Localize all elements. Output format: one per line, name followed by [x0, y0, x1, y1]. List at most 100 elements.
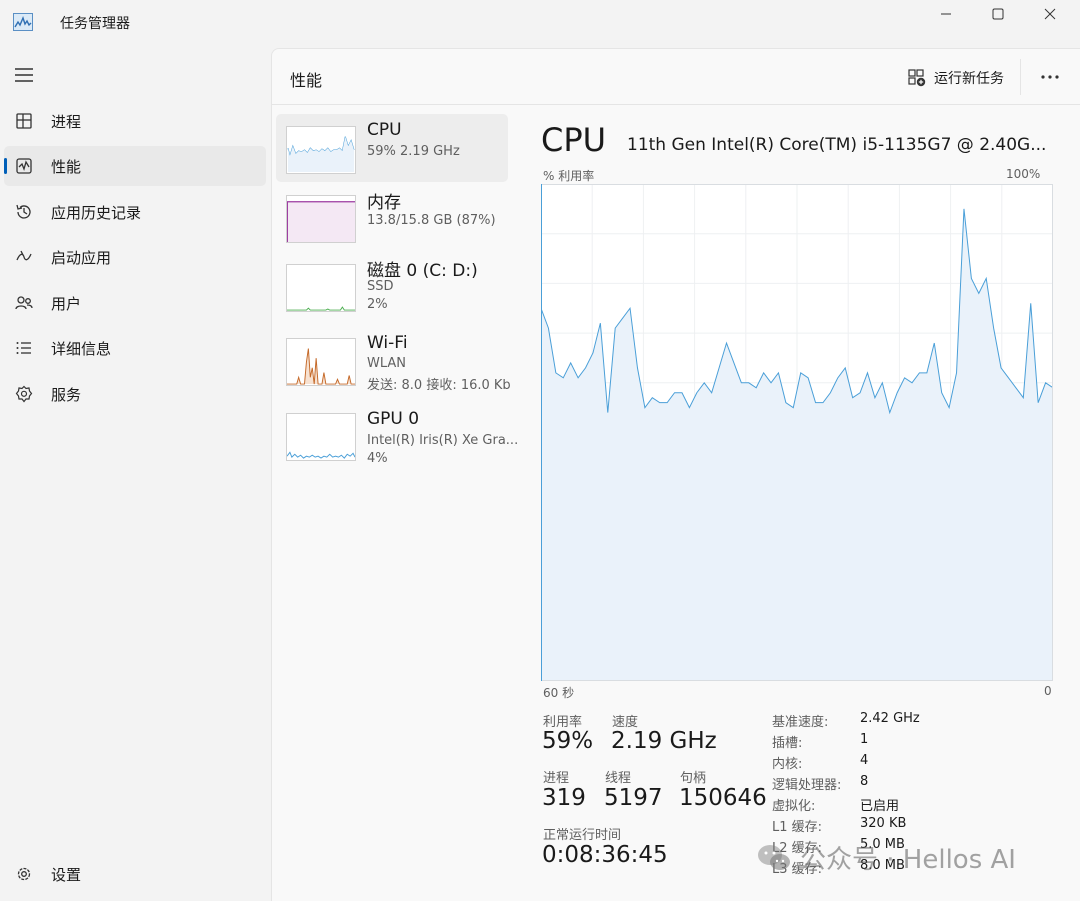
disk-thumbnail — [286, 264, 356, 312]
sidebar-item-performance[interactable]: 性能 — [4, 146, 266, 186]
device-usage: 4% — [367, 451, 388, 466]
spec-value: 8 — [860, 774, 869, 789]
title-bar: 任务管理器 — [0, 0, 1080, 46]
spec-value: 1 — [860, 732, 869, 747]
close-button[interactable] — [1024, 0, 1076, 28]
device-usage: 13.8/15.8 GB (87%) — [367, 213, 496, 228]
cpu-thumbnail — [286, 126, 356, 174]
spec-value: 已启用 — [860, 799, 900, 814]
graph-time-end-label: 0 — [1044, 684, 1052, 698]
sidebar-item-app-history[interactable]: 应用历史记录 — [4, 192, 266, 232]
startup-icon — [16, 250, 32, 261]
maximize-icon — [992, 8, 1004, 20]
sidebar-item-processes[interactable]: 进程 — [4, 101, 266, 141]
device-item-wifi[interactable]: Wi-Fi WLAN 发送: 8.0 接收: 16.0 Kb — [276, 328, 511, 396]
device-name: GPU 0 — [367, 409, 420, 429]
close-icon — [1044, 8, 1056, 20]
settings-label: 设置 — [51, 866, 82, 884]
more-options-button[interactable] — [1036, 63, 1064, 91]
cpu-utilization-graph — [541, 184, 1053, 681]
run-new-task-label: 运行新任务 — [934, 71, 1004, 87]
users-icon — [15, 296, 33, 310]
handles-value: 150646 — [679, 785, 767, 811]
device-model: Intel(R) Iris(R) Xe Gra... — [367, 433, 519, 448]
device-type: SSD — [367, 279, 394, 294]
spec-value: 2.42 GHz — [860, 711, 920, 726]
window-title: 任务管理器 — [60, 16, 130, 32]
sidebar-item-startup-apps[interactable]: 启动应用 — [4, 237, 266, 277]
history-icon — [16, 204, 31, 219]
active-indicator — [4, 158, 7, 174]
device-name: CPU — [367, 120, 402, 140]
graph-utilization-label: % 利用率 — [543, 169, 595, 183]
device-name: Wi-Fi — [367, 333, 408, 353]
run-new-task-button[interactable]: 运行新任务 — [908, 67, 1004, 89]
wifi-thumbnail — [286, 338, 356, 386]
sidebar-item-label: 应用历史记录 — [51, 204, 142, 222]
sidebar-item-label: 启动应用 — [51, 249, 112, 267]
sidebar: 进程 性能 应用历史记录 启动应用 用户 详细信息 服务 设置 — [0, 50, 270, 901]
spec-label: 内核: — [772, 757, 803, 772]
page-title: 性能 — [290, 71, 323, 90]
threads-value: 5197 — [604, 785, 663, 811]
speed-value: 2.19 GHz — [611, 728, 717, 754]
device-item-cpu[interactable]: CPU 59% 2.19 GHz — [276, 114, 508, 182]
processes-label: 进程 — [543, 771, 570, 786]
sidebar-item-label: 用户 — [51, 295, 82, 313]
watermark: 公众号 · Hellos AI — [756, 839, 1016, 876]
handles-label: 句柄 — [680, 771, 707, 786]
device-usage: 2% — [367, 297, 388, 312]
details-icon — [16, 342, 31, 354]
cpu-heading: CPU — [541, 121, 607, 159]
device-item-gpu[interactable]: GPU 0 Intel(R) Iris(R) Xe Gra... 4% — [276, 405, 518, 473]
more-icon — [1041, 75, 1059, 79]
cpu-model: 11th Gen Intel(R) Core(TM) i5-1135G7 @ 2… — [627, 135, 1047, 155]
main-panel: 性能 运行新任务 CPU 59% 2.19 GHz 内存 13.8/15.8 G… — [271, 48, 1080, 901]
threads-label: 线程 — [605, 771, 632, 786]
device-name: 内存 — [367, 193, 401, 213]
sidebar-item-users[interactable]: 用户 — [4, 283, 266, 323]
device-usage: 59% 2.19 GHz — [367, 144, 460, 159]
device-item-memory[interactable]: 内存 13.8/15.8 GB (87%) — [276, 183, 508, 251]
run-task-icon — [908, 69, 926, 87]
gear-icon — [17, 867, 31, 881]
uptime-label: 正常运行时间 — [543, 828, 622, 843]
device-type: WLAN — [367, 356, 407, 371]
hamburger-menu-icon[interactable] — [14, 66, 34, 84]
sidebar-item-services[interactable]: 服务 — [4, 374, 266, 414]
services-icon — [15, 385, 33, 403]
sidebar-item-label: 详细信息 — [51, 340, 112, 358]
minimize-button[interactable] — [920, 0, 972, 28]
task-manager-app-icon — [13, 13, 33, 31]
device-name: 磁盘 0 (C: D:) — [367, 261, 478, 281]
spec-label: 逻辑处理器: — [772, 778, 842, 793]
device-item-disk[interactable]: 磁盘 0 (C: D:) SSD 2% — [276, 252, 508, 320]
minimize-icon — [941, 13, 951, 15]
graph-max-label: 100% — [1006, 167, 1041, 181]
spec-label: 基准速度: — [772, 715, 829, 730]
sidebar-item-label: 服务 — [51, 386, 82, 404]
sidebar-item-label: 进程 — [51, 113, 82, 131]
device-throughput: 发送: 8.0 接收: 16.0 Kb — [367, 378, 511, 393]
memory-thumbnail — [286, 195, 356, 243]
spec-label: 插槽: — [772, 736, 803, 751]
sidebar-item-settings[interactable]: 设置 — [4, 854, 266, 894]
watermark-text: 公众号 · Hellos AI — [800, 845, 1016, 875]
page-header: 性能 运行新任务 — [272, 49, 1080, 105]
wechat-icon — [758, 844, 790, 870]
uptime-value: 0:08:36:45 — [542, 842, 668, 868]
utilization-value: 59% — [542, 728, 594, 754]
spec-label: 虚拟化: — [772, 799, 816, 814]
spec-label: L1 缓存: — [772, 820, 823, 835]
spec-value: 4 — [860, 753, 869, 768]
maximize-button[interactable] — [972, 0, 1024, 28]
spec-value: 320 KB — [860, 816, 907, 831]
header-divider — [1020, 59, 1021, 95]
processes-icon — [16, 113, 32, 129]
sidebar-item-label: 性能 — [51, 158, 82, 176]
graph-time-start-label: 60 秒 — [543, 686, 575, 700]
processes-value: 319 — [542, 785, 586, 811]
performance-icon — [16, 158, 32, 174]
gpu-thumbnail — [286, 413, 356, 461]
sidebar-item-details[interactable]: 详细信息 — [4, 328, 266, 368]
